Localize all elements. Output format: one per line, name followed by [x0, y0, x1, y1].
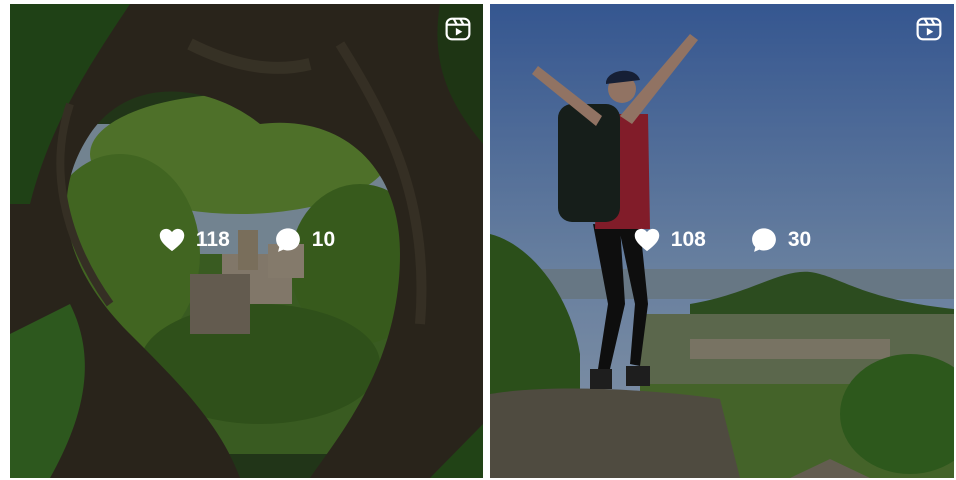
likes-count: 118	[195, 228, 230, 251]
likes-count: 108	[670, 228, 706, 251]
heart-icon	[634, 228, 660, 252]
comments-stat: 10	[274, 226, 335, 254]
reel-icon	[916, 17, 942, 41]
comments-count: 10	[311, 228, 336, 251]
engagement-stats: 118 10	[10, 226, 483, 254]
comments-count: 30	[787, 228, 812, 251]
reel-icon	[445, 17, 471, 41]
comment-bubble-icon	[751, 228, 776, 252]
heart-icon	[159, 228, 185, 252]
comment-bubble-icon	[275, 228, 300, 252]
reel-post-castle[interactable]: 118 10	[10, 4, 483, 478]
media-grid: 118 10 108 30	[10, 4, 954, 478]
reel-post-hiker[interactable]: 108 30	[490, 4, 954, 478]
comments-stat: 30	[750, 226, 811, 254]
likes-stat: 118	[158, 226, 230, 254]
engagement-stats: 108 30	[490, 226, 954, 254]
likes-stat: 108	[633, 226, 706, 254]
